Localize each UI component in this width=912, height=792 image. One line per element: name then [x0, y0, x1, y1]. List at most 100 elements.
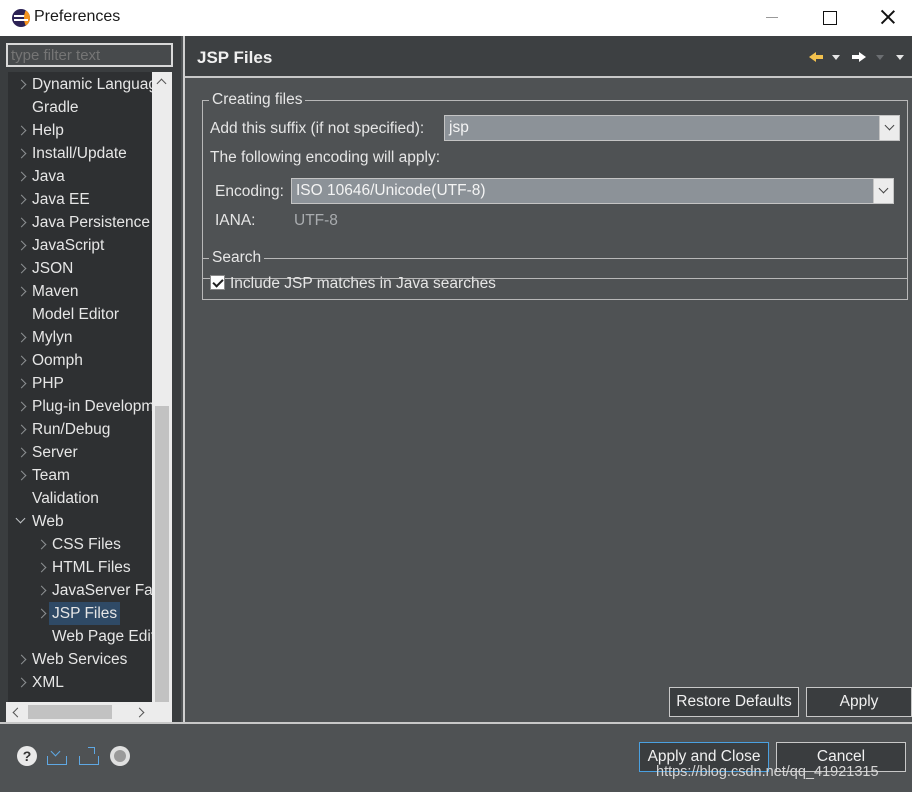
- page-header: JSP Files: [185, 36, 912, 78]
- tree-item[interactable]: PHP: [8, 372, 152, 395]
- tree-item[interactable]: Java EE: [8, 188, 152, 211]
- chevron-right-icon[interactable]: [16, 188, 28, 211]
- tree-item-label: Dynamic Languages: [32, 76, 152, 93]
- chevron-right-icon[interactable]: [16, 326, 28, 349]
- tree-item[interactable]: XML: [8, 671, 152, 694]
- chevron-down-icon[interactable]: [873, 179, 893, 203]
- chevron-right-icon[interactable]: [16, 418, 28, 441]
- encoding-label: Encoding:: [215, 183, 284, 200]
- chevron-right-icon[interactable]: [16, 441, 28, 464]
- tree-item[interactable]: Server: [8, 441, 152, 464]
- iana-label: IANA:: [215, 212, 256, 229]
- scroll-thumb[interactable]: [155, 406, 169, 712]
- export-icon[interactable]: [78, 746, 99, 766]
- tree-item[interactable]: JavaScript: [8, 234, 152, 257]
- apply-button[interactable]: Apply: [806, 687, 912, 717]
- tree-horizontal-scrollbar[interactable]: [6, 702, 152, 722]
- back-icon[interactable]: [809, 48, 827, 66]
- forward-history-dropdown-icon[interactable]: [875, 48, 885, 66]
- tree-item-label: Oomph: [32, 352, 83, 369]
- tree-item-label: Install/Update: [32, 145, 127, 162]
- tree-item[interactable]: Plug-in Development: [8, 395, 152, 418]
- chevron-right-icon[interactable]: [16, 648, 28, 671]
- tree-item[interactable]: Oomph: [8, 349, 152, 372]
- chevron-right-icon[interactable]: [16, 671, 28, 694]
- tree-item-label: PHP: [32, 375, 64, 392]
- tree-item[interactable]: JSON: [8, 257, 152, 280]
- tree-item[interactable]: Java Persistence: [8, 211, 152, 234]
- chevron-right-icon[interactable]: [16, 464, 28, 487]
- tree-item-label: CSS Files: [52, 536, 121, 553]
- tree-item-label: Server: [32, 444, 78, 461]
- scroll-corner: [152, 702, 172, 722]
- import-icon[interactable]: [46, 746, 67, 766]
- filter-input[interactable]: [6, 43, 173, 67]
- tree-item[interactable]: JavaServer Faces: [8, 579, 152, 602]
- tree-item[interactable]: Run/Debug: [8, 418, 152, 441]
- tree-item[interactable]: Validation: [8, 487, 152, 510]
- tree-item[interactable]: Maven: [8, 280, 152, 303]
- chevron-right-icon[interactable]: [16, 395, 28, 418]
- tree-item[interactable]: Web: [8, 510, 152, 533]
- tree-item[interactable]: CSS Files: [8, 533, 152, 556]
- suffix-combo[interactable]: jsp: [444, 115, 900, 141]
- chevron-right-icon[interactable]: [16, 234, 28, 257]
- tree-item[interactable]: Web Page Editor: [8, 625, 152, 648]
- view-menu-icon[interactable]: [895, 48, 905, 66]
- tree-item[interactable]: Help: [8, 119, 152, 142]
- chevron-right-icon[interactable]: [16, 165, 28, 188]
- scroll-thumb-horizontal[interactable]: [28, 705, 112, 719]
- maximize-icon[interactable]: [800, 0, 858, 34]
- scroll-right-icon[interactable]: [132, 702, 152, 722]
- help-icon[interactable]: ?: [17, 746, 37, 766]
- tree-item-label: Java Persistence: [32, 214, 151, 231]
- encoding-combo[interactable]: ISO 10646/Unicode(UTF-8): [291, 178, 894, 204]
- minimize-icon[interactable]: [742, 0, 800, 34]
- tree-item[interactable]: JSP Files: [8, 602, 152, 625]
- forward-icon[interactable]: [851, 48, 869, 66]
- tree-item-label: JavaServer Faces: [52, 582, 152, 599]
- back-history-dropdown-icon[interactable]: [831, 48, 841, 66]
- chevron-right-icon[interactable]: [16, 211, 28, 234]
- chevron-right-icon[interactable]: [16, 349, 28, 372]
- tree-item-label: Maven: [32, 283, 79, 300]
- tree-item[interactable]: Mylyn: [8, 326, 152, 349]
- tree-item[interactable]: Team: [8, 464, 152, 487]
- chevron-right-icon[interactable]: [16, 372, 28, 395]
- chevron-right-icon[interactable]: [36, 579, 48, 602]
- chevron-right-icon[interactable]: [16, 142, 28, 165]
- iana-value: UTF-8: [294, 212, 338, 229]
- suffix-value: jsp: [449, 119, 469, 136]
- include-jsp-checkbox[interactable]: [210, 275, 225, 290]
- chevron-down-icon[interactable]: [879, 116, 899, 140]
- tree-item-label: Mylyn: [32, 329, 73, 346]
- tree-item-label: Web Services: [32, 651, 128, 668]
- tree-item[interactable]: Model Editor: [8, 303, 152, 326]
- chevron-right-icon[interactable]: [16, 73, 28, 96]
- record-icon[interactable]: [110, 746, 130, 766]
- tree-item-label: Help: [32, 122, 64, 139]
- chevron-right-icon[interactable]: [36, 556, 48, 579]
- scroll-up-icon[interactable]: [152, 72, 172, 90]
- tree-item[interactable]: Java: [8, 165, 152, 188]
- scroll-left-icon[interactable]: [6, 702, 26, 722]
- tree-item[interactable]: Dynamic Languages: [8, 73, 152, 96]
- tree-vertical-scrollbar[interactable]: [152, 72, 172, 734]
- tree-item[interactable]: Web Services: [8, 648, 152, 671]
- chevron-right-icon[interactable]: [16, 280, 28, 303]
- chevron-right-icon[interactable]: [36, 602, 48, 625]
- restore-defaults-button[interactable]: Restore Defaults: [669, 687, 799, 717]
- preferences-tree[interactable]: Dynamic Languages Gradle Help Install/Updat…: [8, 72, 152, 734]
- suffix-label: Add this suffix (if not specified):: [210, 120, 425, 137]
- tree-item-label: Java: [32, 168, 65, 185]
- close-icon[interactable]: [858, 0, 912, 34]
- tree-item[interactable]: Install/Update: [8, 142, 152, 165]
- include-jsp-label[interactable]: Include JSP matches in Java searches: [230, 274, 496, 294]
- tree-item[interactable]: HTML Files: [8, 556, 152, 579]
- chevron-right-icon[interactable]: [16, 119, 28, 142]
- window-title: Preferences: [34, 8, 121, 25]
- chevron-right-icon[interactable]: [36, 533, 48, 556]
- chevron-right-icon[interactable]: [16, 257, 28, 280]
- tree-item[interactable]: Gradle: [8, 96, 152, 119]
- chevron-down-icon[interactable]: [16, 510, 28, 533]
